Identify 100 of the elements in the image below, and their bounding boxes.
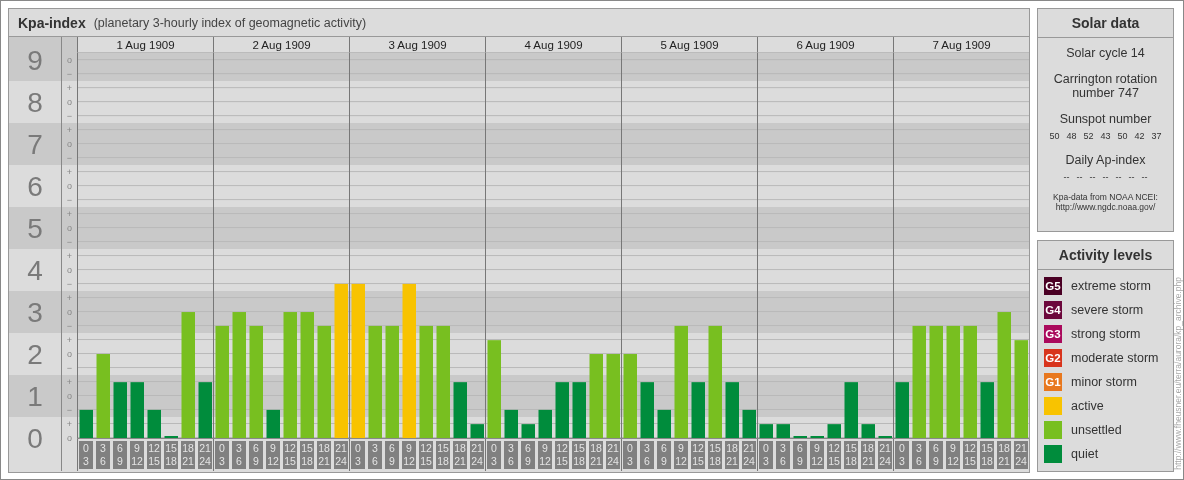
ap-index-value: -- bbox=[1115, 172, 1122, 182]
level-swatch: G1 bbox=[1044, 372, 1062, 391]
sunspot-value: 42 bbox=[1134, 131, 1145, 141]
ap-index-value: -- bbox=[1102, 172, 1109, 182]
sunspot-value: 50 bbox=[1117, 131, 1128, 141]
y-tick-mark: + bbox=[66, 419, 73, 429]
y-tick-mark: + bbox=[66, 83, 73, 94]
y-axis-label: 8 bbox=[27, 87, 43, 119]
y-tick-mark: + bbox=[66, 377, 73, 387]
hour-label: 15 18 bbox=[708, 441, 722, 469]
carrington-text: Carrington rotation number 747 bbox=[1052, 72, 1159, 100]
hour-label: 9 12 bbox=[266, 441, 280, 469]
hour-label: 15 18 bbox=[436, 441, 450, 469]
hour-label: 3 6 bbox=[912, 441, 926, 469]
hour-label: 12 15 bbox=[147, 441, 161, 469]
hour-label: 9 12 bbox=[402, 441, 416, 469]
hour-label: 0 3 bbox=[487, 441, 501, 469]
y-tick-mark: − bbox=[66, 153, 73, 164]
panel-title: Solar data bbox=[1038, 9, 1173, 38]
sunspot-value: 52 bbox=[1083, 131, 1094, 141]
hour-label: 21 24 bbox=[198, 441, 212, 469]
hour-label: 9 12 bbox=[674, 441, 688, 469]
hour-label: 18 21 bbox=[317, 441, 331, 469]
y-tick-mark: − bbox=[66, 321, 73, 332]
hour-label: 9 12 bbox=[130, 441, 144, 469]
hour-label: 15 18 bbox=[980, 441, 994, 469]
ap-index-value: -- bbox=[1141, 172, 1148, 182]
level-swatch: G4 bbox=[1044, 300, 1062, 319]
y-tick-mark: − bbox=[66, 69, 73, 80]
hour-label: 0 3 bbox=[351, 441, 365, 469]
sunspot-title: Sunspot number bbox=[1059, 112, 1152, 126]
sunspot-value: 37 bbox=[1151, 131, 1162, 141]
y-axis-label: 2 bbox=[27, 339, 43, 371]
hour-label: 12 15 bbox=[963, 441, 977, 469]
hour-label: 3 6 bbox=[232, 441, 246, 469]
hour-label: 9 12 bbox=[946, 441, 960, 469]
y-axis-label: 3 bbox=[27, 297, 43, 329]
hour-label: 15 18 bbox=[844, 441, 858, 469]
hour-label: 18 21 bbox=[997, 441, 1011, 469]
hour-label: 18 21 bbox=[453, 441, 467, 469]
hour-label: 18 21 bbox=[725, 441, 739, 469]
y-tick-mark: − bbox=[66, 111, 73, 122]
hour-label: 0 3 bbox=[215, 441, 229, 469]
y-tick-mark: − bbox=[66, 363, 73, 374]
hour-label: 0 3 bbox=[79, 441, 93, 469]
panel-title: Activity levels bbox=[1038, 240, 1173, 270]
hour-label: 12 15 bbox=[555, 441, 569, 469]
y-tick-mark: + bbox=[66, 293, 73, 304]
hour-label: 9 12 bbox=[538, 441, 552, 469]
y-axis-label: 1 bbox=[27, 381, 43, 412]
hour-label: 12 15 bbox=[283, 441, 297, 469]
chart-subtitle: (planetary 3-hourly index of geomagnetic activity) bbox=[93, 15, 367, 30]
sunspot-value: 50 bbox=[1049, 131, 1060, 141]
y-tick-mark: + bbox=[66, 335, 73, 346]
hour-label: 6 9 bbox=[521, 441, 535, 469]
y-tick-mark: + bbox=[66, 251, 73, 262]
hour-label: 15 18 bbox=[572, 441, 586, 469]
y-tick-mark: o bbox=[67, 181, 72, 192]
hour-label: 15 18 bbox=[164, 441, 178, 469]
ap-index-value: -- bbox=[1063, 172, 1070, 182]
hour-label: 12 15 bbox=[827, 441, 841, 469]
hour-label: 18 21 bbox=[589, 441, 603, 469]
hour-label: 3 6 bbox=[504, 441, 518, 469]
hour-label: 3 6 bbox=[640, 441, 654, 469]
y-tick-mark: − bbox=[66, 195, 73, 206]
level-swatch: G5 bbox=[1044, 276, 1062, 295]
hour-label: 6 9 bbox=[929, 441, 943, 469]
y-tick-mark: o bbox=[67, 433, 72, 443]
ap-index-title: Daily Ap-index bbox=[1065, 153, 1146, 167]
level-label: unsettled bbox=[1071, 422, 1122, 437]
level-label: quiet bbox=[1071, 446, 1099, 461]
y-tick-mark: − bbox=[66, 237, 73, 248]
level-label: minor storm bbox=[1071, 374, 1137, 389]
hour-label: 18 21 bbox=[181, 441, 195, 469]
ap-index-value: -- bbox=[1076, 172, 1083, 182]
y-tick-mark: − bbox=[66, 405, 73, 415]
ap-index-value: -- bbox=[1128, 172, 1135, 182]
hour-label: 12 15 bbox=[691, 441, 705, 469]
y-tick-mark: − bbox=[66, 279, 73, 290]
sunspot-value: 48 bbox=[1066, 131, 1077, 141]
level-label: strong storm bbox=[1071, 326, 1141, 341]
y-tick-mark: o bbox=[67, 97, 72, 108]
hour-label: 21 24 bbox=[334, 441, 348, 469]
hour-label: 12 15 bbox=[419, 441, 433, 469]
level-label: moderate storm bbox=[1071, 350, 1159, 365]
credit-url: http://www.fheusner.eu/terra/aurora/kp_archive.php bbox=[1174, 277, 1183, 470]
level-swatch: G2 bbox=[1044, 348, 1062, 367]
y-tick-mark: o bbox=[67, 265, 72, 276]
hour-label: 0 3 bbox=[895, 441, 909, 469]
hour-label: 21 24 bbox=[606, 441, 620, 469]
chart-title: Kpa-index bbox=[18, 14, 86, 31]
hour-label: 21 24 bbox=[742, 441, 756, 469]
hour-label: 3 6 bbox=[776, 441, 790, 469]
hour-label: 6 9 bbox=[793, 441, 807, 469]
hour-label: 21 24 bbox=[878, 441, 892, 469]
hour-label: 3 6 bbox=[368, 441, 382, 469]
level-swatch: G3 bbox=[1044, 324, 1062, 343]
y-tick-mark: + bbox=[66, 125, 73, 136]
hour-label: 0 3 bbox=[623, 441, 637, 469]
hour-label: 6 9 bbox=[249, 441, 263, 469]
